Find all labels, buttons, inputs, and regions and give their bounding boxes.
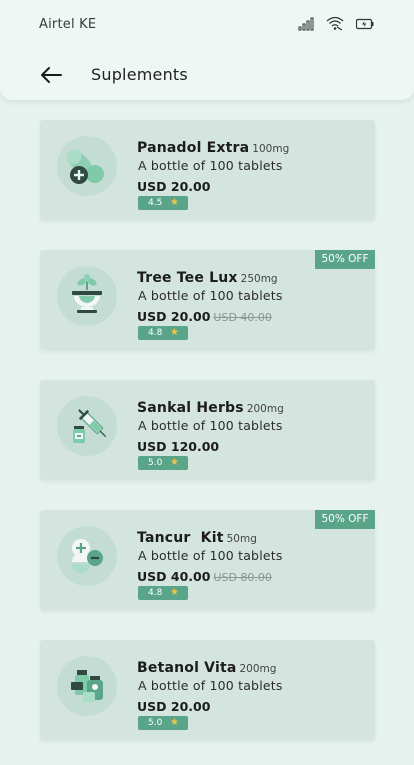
product-name: Panadol Extra: [137, 140, 250, 156]
wifi-icon: [326, 16, 344, 31]
product-name: Tree Tee Lux: [137, 270, 238, 286]
product-thumbnail: [57, 266, 117, 326]
product-dose: 50mg: [226, 533, 257, 545]
product-price: USD 40.00: [137, 569, 211, 584]
rating-value: 4.8: [148, 328, 163, 338]
product-price: USD 20.00: [137, 309, 211, 324]
rating-badge: 5.0 ★: [138, 716, 188, 730]
product-old-price: USD 40.00: [213, 311, 272, 324]
rating-value: 5.0: [148, 718, 163, 728]
star-icon: ★: [170, 327, 179, 338]
capsules-icon: [66, 149, 104, 184]
star-icon: ★: [170, 457, 179, 468]
product-old-price: USD 80.00: [213, 571, 272, 584]
battery-icon: [356, 18, 374, 29]
product-price: USD 20.00: [137, 699, 211, 714]
product-price: USD 120.00: [137, 439, 220, 454]
product-card[interactable]: Sankal Herbs 200mg A bottle of 100 tablet…: [40, 380, 375, 480]
star-icon: ★: [170, 717, 179, 728]
carrier-name: Airtel KE: [39, 17, 97, 32]
app-bar: Airtel KE Suplements: [0, 0, 414, 100]
product-dose: 100mg: [252, 143, 290, 155]
product-card[interactable]: Tancur Kit 50mg A bottle of 100 tablets U…: [40, 510, 375, 610]
product-description: A bottle of 100 tablets: [138, 678, 283, 693]
rating-value: 5.0: [148, 458, 163, 468]
rating-badge: 4.8 ★: [138, 586, 188, 600]
product-description: A bottle of 100 tablets: [138, 158, 283, 173]
product-name: Betanol Vita: [137, 660, 237, 676]
page-title: Suplements: [91, 65, 188, 84]
back-button[interactable]: [38, 63, 64, 87]
status-icons: [298, 16, 374, 31]
rating-badge: 4.5 ★: [138, 196, 188, 210]
product-dose: 200mg: [239, 663, 277, 675]
rating-value: 4.8: [148, 588, 163, 598]
product-thumbnail: [57, 136, 117, 196]
product-thumbnail: [57, 396, 117, 456]
rating-value: 4.5: [148, 198, 163, 208]
product-name: Tancur Kit: [137, 530, 224, 546]
rating-badge: 4.8 ★: [138, 326, 188, 340]
rating-badge: 5.0 ★: [138, 456, 188, 470]
product-card[interactable]: Tree Tee Lux 250mg A bottle of 100 tablet…: [40, 250, 375, 350]
product-thumbnail: [57, 656, 117, 716]
product-dose: 200mg: [246, 403, 284, 415]
plus-minus-pills-icon: [72, 539, 103, 573]
product-dose: 250mg: [240, 273, 278, 285]
product-description: A bottle of 100 tablets: [138, 548, 283, 563]
product-description: A bottle of 100 tablets: [138, 418, 283, 433]
product-name: Sankal Herbs: [137, 400, 244, 416]
product-card[interactable]: Betanol Vita 200mg A bottle of 100 tablet…: [40, 640, 375, 740]
star-icon: ★: [170, 587, 179, 598]
product-card[interactable]: Panadol Extra 100mg A bottle of 100 table…: [40, 120, 375, 220]
arrow-left-icon: [41, 67, 62, 83]
star-icon: ★: [170, 197, 179, 208]
discount-badge: 50% OFF: [315, 250, 375, 269]
mortar-herb-icon: [72, 274, 102, 313]
discount-badge: 50% OFF: [315, 510, 375, 529]
product-description: A bottle of 100 tablets: [138, 288, 283, 303]
syringe-vial-icon: [73, 409, 107, 443]
product-thumbnail: [57, 526, 117, 586]
product-price: USD 20.00: [137, 179, 211, 194]
pill-bottles-icon: [71, 670, 103, 702]
signal-icon: [298, 17, 314, 30]
